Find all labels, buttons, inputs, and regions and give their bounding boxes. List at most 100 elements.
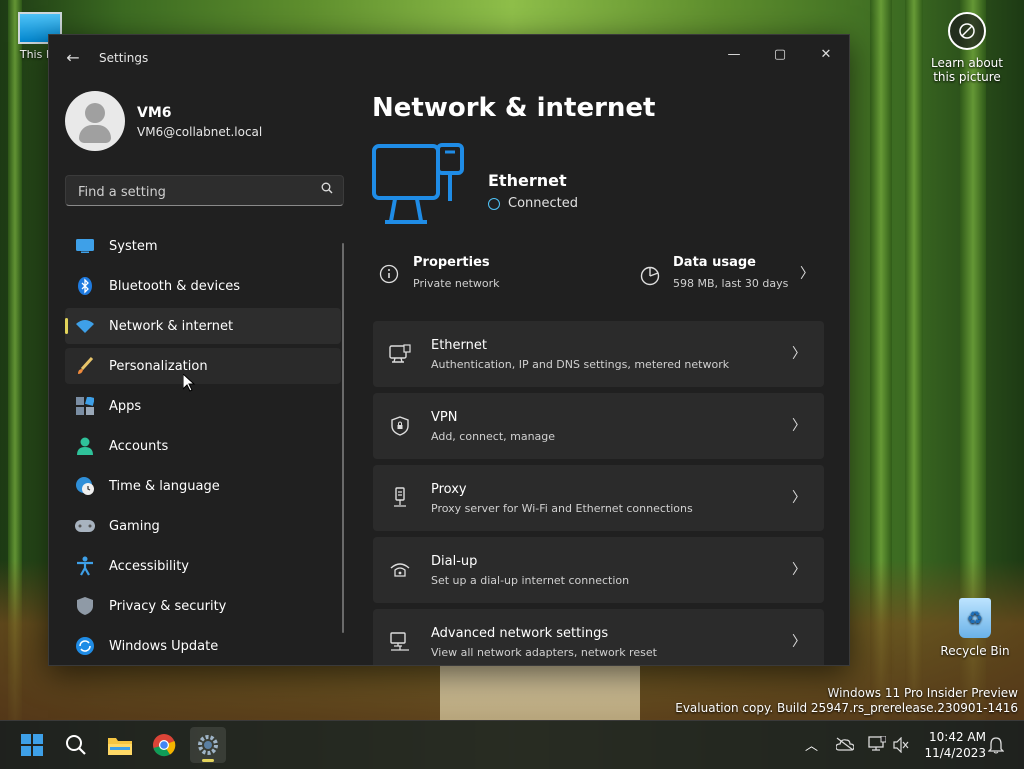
sidebar-item-network[interactable]: Network & internet (65, 308, 341, 344)
maximize-button[interactable]: ▢ (757, 39, 803, 69)
vpn-shield-icon (389, 415, 411, 437)
sidebar-scrollbar[interactable] (342, 243, 344, 633)
user-name: VM6 (137, 105, 172, 121)
data-usage-title: Data usage (673, 255, 756, 270)
start-button[interactable] (14, 727, 50, 763)
proxy-card[interactable]: Proxy Proxy server for Wi-Fi and Etherne… (373, 465, 824, 531)
sidebar-item-windows-update[interactable]: Windows Update (65, 628, 341, 664)
advanced-network-card[interactable]: Advanced network settings View all netwo… (373, 609, 824, 665)
properties-link[interactable]: Properties Private network (379, 251, 619, 299)
chrome-icon (153, 734, 176, 757)
sidebar-item-accounts[interactable]: Accounts (65, 428, 341, 464)
sidebar-item-accessibility[interactable]: Accessibility (65, 548, 341, 584)
chrome-button[interactable] (146, 727, 182, 763)
recycle-bin-desktop-icon[interactable]: ♻ Recycle Bin (940, 598, 1010, 658)
sidebar-item-label: Accounts (109, 438, 169, 454)
card-title: VPN (431, 410, 458, 425)
avatar[interactable] (65, 91, 125, 151)
settings-cards: Ethernet Authentication, IP and DNS sett… (373, 321, 824, 665)
sidebar-item-system[interactable]: System (65, 228, 341, 264)
clock-globe-icon (75, 476, 95, 496)
sidebar-item-label: Privacy & security (109, 598, 227, 614)
settings-window: ← Settings — ▢ ✕ VM6 VM6@collabnet.local… (48, 34, 850, 666)
chevron-right-icon: 〉 (792, 490, 806, 506)
update-icon (75, 636, 95, 656)
learn-label-line2: this picture (933, 70, 1001, 84)
title-bar[interactable]: ← Settings — ▢ ✕ (49, 35, 849, 81)
sidebar-item-label: Accessibility (109, 558, 189, 574)
minimize-button[interactable]: — (711, 39, 757, 69)
card-subtitle: Proxy server for Wi-Fi and Ethernet conn… (431, 502, 693, 515)
camera-icon (948, 12, 986, 50)
dialup-card[interactable]: Dial-up Set up a dial-up internet connec… (373, 537, 824, 603)
controller-icon (75, 516, 95, 536)
sidebar-item-label: Apps (109, 398, 142, 414)
avatar-body (79, 125, 111, 143)
pie-chart-icon (640, 266, 660, 286)
back-arrow-icon[interactable]: ← (63, 47, 83, 67)
apps-icon (75, 396, 95, 416)
clock-time: 10:42 AM (929, 730, 986, 744)
avatar-head (85, 103, 105, 123)
search-box[interactable] (65, 175, 344, 206)
card-subtitle: View all network adapters, network reset (431, 646, 657, 659)
watermark-line1: Windows 11 Pro Insider Preview (827, 686, 1018, 700)
evaluation-watermark: Windows 11 Pro Insider Preview Evaluatio… (675, 686, 1018, 716)
ethernet-icon (389, 343, 411, 365)
learn-label-line1: Learn about (931, 56, 1003, 70)
sidebar-item-personalization[interactable]: Personalization (65, 348, 341, 384)
recycle-bin-label: Recycle Bin (940, 644, 1010, 658)
recycle-bin-icon: ♻ (959, 598, 991, 638)
sidebar-item-label: Gaming (109, 518, 160, 534)
close-button[interactable]: ✕ (803, 39, 849, 69)
sidebar-item-bluetooth[interactable]: Bluetooth & devices (65, 268, 341, 304)
onedrive-icon[interactable] (836, 737, 854, 751)
notification-bell-icon[interactable] (988, 736, 1004, 754)
connection-name: Ethernet (488, 171, 567, 190)
chevron-right-icon: 〉 (792, 346, 806, 362)
window-title: Settings (99, 51, 149, 65)
sidebar-item-apps[interactable]: Apps (65, 388, 341, 424)
settings-taskbar-button[interactable] (190, 727, 226, 763)
search-input[interactable] (76, 181, 310, 203)
vpn-card[interactable]: VPN Add, connect, manage 〉 (373, 393, 824, 459)
taskbar-search-button[interactable] (58, 727, 94, 763)
monitor-icon (75, 236, 95, 256)
user-email: VM6@collabnet.local (137, 125, 263, 139)
mouse-cursor-icon (183, 374, 195, 392)
ethernet-card[interactable]: Ethernet Authentication, IP and DNS sett… (373, 321, 824, 387)
wallpaper-path (440, 660, 640, 720)
sidebar-item-label: System (109, 238, 158, 254)
chevron-right-icon: 〉 (792, 634, 806, 650)
data-usage-subtitle: 598 MB, last 30 days (673, 277, 789, 290)
active-indicator (65, 318, 68, 334)
person-icon (75, 436, 95, 456)
search-icon[interactable] (321, 182, 333, 198)
gear-icon (198, 735, 218, 755)
data-usage-link[interactable]: Data usage 598 MB, last 30 days 〉 (639, 251, 824, 299)
page-title: Network & internet (372, 93, 656, 123)
ethernet-pc-icon (372, 143, 464, 224)
card-title: Proxy (431, 482, 467, 497)
windows-logo-icon (21, 734, 43, 756)
info-icon (379, 264, 399, 284)
watermark-line2: Evaluation copy. Build 25947.rs_prerelea… (675, 701, 1018, 715)
chevron-up-icon[interactable]: ︿ (805, 735, 818, 754)
globe-icon (488, 197, 500, 210)
chevron-right-icon: 〉 (792, 562, 806, 578)
sidebar-item-time-language[interactable]: Time & language (65, 468, 341, 504)
sidebar-item-label: Bluetooth & devices (109, 278, 240, 294)
sidebar-item-privacy[interactable]: Privacy & security (65, 588, 341, 624)
learn-about-picture-icon[interactable]: Learn about this picture (922, 12, 1012, 84)
taskbar-clock[interactable]: 10:42 AM 11/4/2023 (924, 729, 986, 761)
connection-status: Connected (488, 196, 578, 211)
card-subtitle: Add, connect, manage (431, 430, 556, 443)
network-status-icon[interactable] (868, 736, 886, 752)
volume-muted-icon[interactable] (893, 737, 909, 753)
taskbar: ︿ 10:42 AM 11/4/2023 (0, 720, 1024, 769)
accessibility-icon (75, 556, 95, 576)
chevron-right-icon: 〉 (792, 418, 806, 434)
sidebar-item-gaming[interactable]: Gaming (65, 508, 341, 544)
chevron-right-icon: 〉 (800, 266, 814, 282)
file-explorer-button[interactable] (102, 727, 138, 763)
